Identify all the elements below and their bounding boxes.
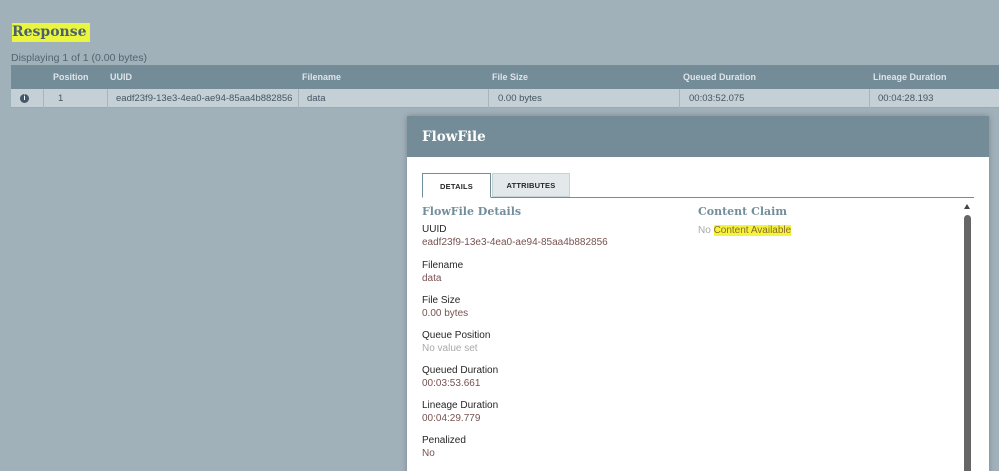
cell-queued-duration: 00:03:52.075 (689, 93, 745, 104)
column-divider (679, 89, 680, 108)
content-available-highlight: Content Available (713, 225, 792, 236)
flowfile-dialog: FlowFile DETAILS ATTRIBUTES FlowFile Det… (407, 116, 989, 471)
file-size-label: File Size (422, 295, 461, 306)
table-row[interactable]: i 1 eadf23f9-13e3-4ea0-ae94-85aa4b882856… (11, 89, 999, 108)
lineage-duration-label: Lineage Duration (422, 400, 499, 411)
column-header-file-size[interactable]: File Size (492, 72, 528, 82)
response-title: Response (12, 23, 90, 42)
displaying-count: Displaying 1 of 1 (0.00 bytes) (11, 52, 147, 64)
info-icon[interactable]: i (20, 94, 29, 103)
scrollbar-thumb[interactable] (964, 215, 971, 471)
uuid-label: UUID (422, 224, 447, 235)
column-divider (298, 89, 299, 108)
queue-position-label: Queue Position (422, 330, 491, 341)
column-header-lineage-duration[interactable]: Lineage Duration (873, 72, 947, 82)
column-header-filename[interactable]: Filename (302, 72, 341, 82)
cell-lineage-duration: 00:04:28.193 (878, 93, 934, 104)
content-claim-prefix: No (698, 225, 714, 236)
cell-uuid: eadf23f9-13e3-4ea0-ae94-85aa4b882856 (116, 93, 293, 104)
queued-duration-value: 00:03:53.661 (422, 378, 481, 389)
results-table: Position UUID Filename File Size Queued … (11, 65, 999, 108)
content-claim-title: Content Claim (698, 205, 787, 218)
cell-filename: data (307, 93, 326, 104)
file-size-value: 0.00 bytes (422, 308, 469, 319)
column-divider (107, 89, 108, 108)
penalized-label: Penalized (422, 435, 466, 446)
uuid-value: eadf23f9-13e3-4ea0-ae94-85aa4b882856 (422, 237, 608, 248)
column-header-uuid[interactable]: UUID (110, 72, 132, 82)
column-divider (488, 89, 489, 108)
filename-label: Filename (422, 260, 464, 271)
lineage-duration-value: 00:04:29.779 (422, 413, 481, 424)
content-claim-value: No Content Available (698, 225, 792, 236)
penalized-value: No (422, 448, 435, 459)
column-header-position[interactable]: Position (53, 72, 89, 82)
flowfile-details-title: FlowFile Details (422, 205, 522, 218)
tab-attributes[interactable]: ATTRIBUTES (492, 173, 570, 197)
dialog-title: FlowFile (407, 116, 989, 157)
queued-duration-label: Queued Duration (422, 365, 499, 376)
scroll-up-arrow-icon[interactable] (964, 204, 970, 209)
filename-value: data (422, 273, 442, 284)
column-header-queued-duration[interactable]: Queued Duration (683, 72, 756, 82)
table-header: Position UUID Filename File Size Queued … (11, 65, 999, 89)
queue-position-value: No value set (422, 343, 478, 354)
cell-position: 1 (58, 93, 64, 104)
column-divider (43, 89, 44, 108)
tab-details[interactable]: DETAILS (422, 173, 491, 198)
column-divider (869, 89, 870, 108)
dialog-tabs: DETAILS ATTRIBUTES (422, 173, 974, 198)
cell-file-size: 0.00 bytes (498, 93, 542, 104)
